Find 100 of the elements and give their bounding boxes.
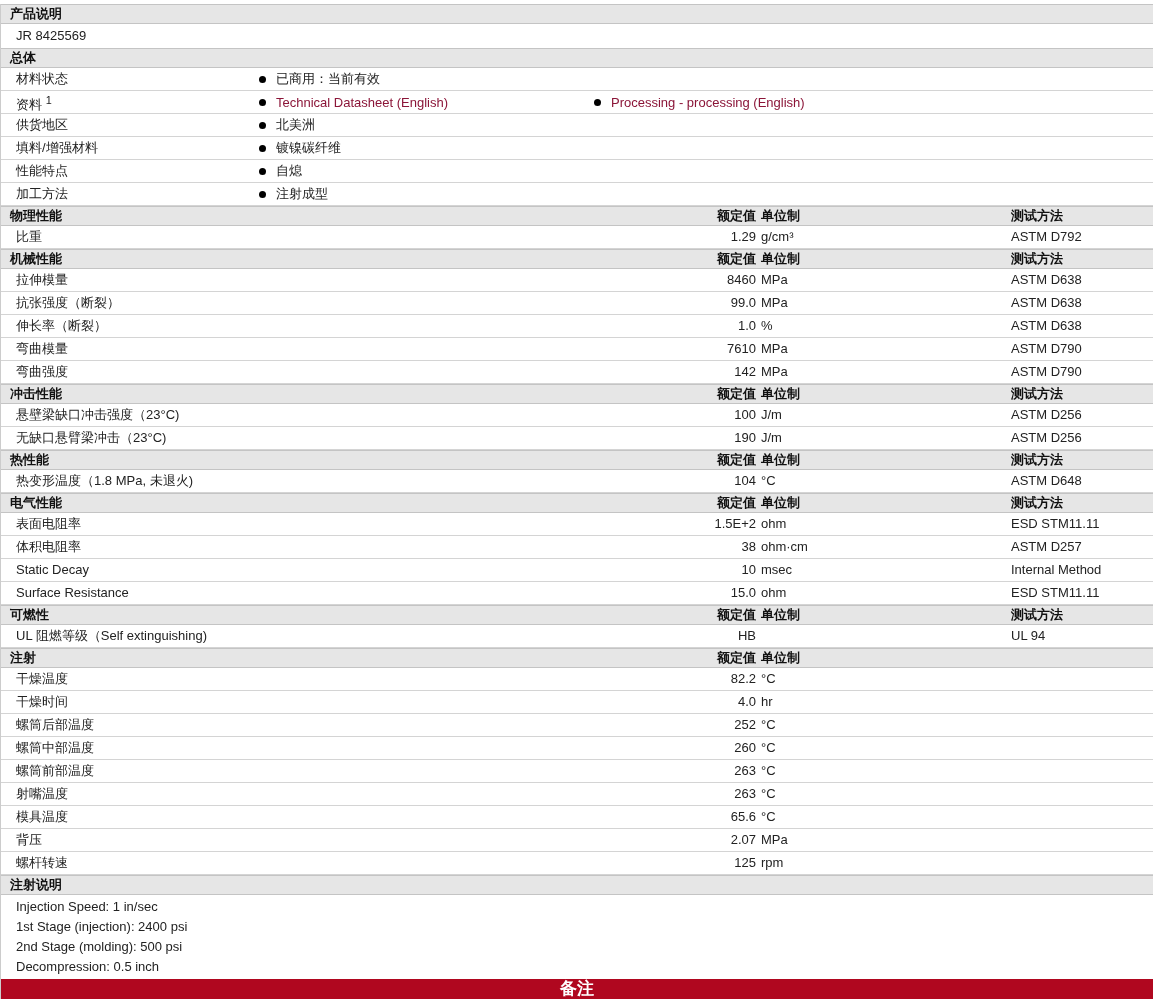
- document-link[interactable]: Processing - processing (English): [611, 93, 805, 112]
- column-header: 测试方法: [1010, 494, 1064, 512]
- column-header: 测试方法: [1010, 451, 1064, 469]
- property-value: 4.0: [737, 693, 756, 711]
- section-title: 总体: [10, 49, 36, 67]
- bullet-icon: [594, 99, 601, 107]
- test-method: Internal Method: [1011, 561, 1102, 579]
- property-unit: °C: [761, 785, 776, 803]
- property-unit: MPa: [761, 271, 788, 289]
- property-unit: g/cm³: [761, 228, 794, 246]
- section-title: 热性能: [10, 451, 50, 469]
- column-header: 额定值: [716, 451, 756, 469]
- property-value: 38: [741, 538, 756, 556]
- property-name: UL 阻燃等级（Self extinguishing): [16, 627, 207, 645]
- section-title: 机械性能: [10, 250, 63, 268]
- text-line: Decompression: 0.5 inch: [16, 958, 161, 976]
- property-name: 干燥时间: [16, 693, 68, 711]
- bullet-icon: [259, 99, 266, 107]
- property-name: 抗张强度（断裂）: [16, 294, 120, 312]
- property-unit: ohm: [761, 584, 787, 602]
- property-value: HB: [737, 627, 756, 645]
- column-header: 单位制: [760, 207, 801, 225]
- test-method: ASTM D257: [1011, 538, 1082, 556]
- property-unit: msec: [761, 561, 793, 579]
- bullet-icon: [259, 190, 266, 198]
- property-value: 190: [734, 429, 756, 447]
- test-method: ESD STM11.11: [1011, 515, 1100, 533]
- column-header: 额定值: [716, 250, 756, 268]
- property-name: 螺筒中部温度: [16, 739, 94, 757]
- property-unit: MPa: [761, 363, 788, 381]
- property-unit: J/m: [761, 429, 782, 447]
- property-value: 65.6: [730, 808, 756, 826]
- section-title: 注射说明: [10, 876, 62, 894]
- test-method: ASTM D790: [1011, 340, 1082, 358]
- property-unit: °C: [761, 670, 776, 688]
- property-label: 供货地区: [16, 116, 68, 134]
- column-header: 单位制: [760, 606, 801, 624]
- text-line: 2nd Stage (molding): 500 psi: [16, 938, 184, 956]
- document-link[interactable]: Technical Datasheet (English): [276, 93, 448, 112]
- property-unit: °C: [761, 808, 776, 826]
- test-method: UL 94: [1011, 627, 1046, 645]
- bullet-icon: [259, 144, 266, 152]
- property-value: 注射成型: [276, 185, 328, 203]
- column-header: 单位制: [760, 250, 801, 268]
- property-value: 263: [734, 762, 756, 780]
- test-method: ASTM D648: [1011, 472, 1082, 490]
- property-value: 100: [734, 406, 756, 424]
- property-value: 北美洲: [276, 116, 315, 134]
- text-line: 1st Stage (injection): 2400 psi: [16, 918, 189, 936]
- property-name: 弯曲模量: [16, 340, 68, 358]
- property-value: 10: [741, 561, 756, 579]
- section-title: 冲击性能: [10, 385, 63, 403]
- property-unit: J/m: [761, 406, 782, 424]
- property-name: 表面电阻率: [16, 515, 81, 533]
- test-method: ASTM D256: [1011, 406, 1082, 424]
- property-name: 背压: [16, 831, 42, 849]
- property-value: 252: [734, 716, 756, 734]
- property-name: 热变形温度（1.8 MPa, 未退火): [16, 472, 193, 490]
- property-unit: °C: [761, 739, 776, 757]
- property-unit: °C: [761, 472, 776, 490]
- property-value: 82.2: [730, 670, 756, 688]
- property-name: 悬壁梁缺口冲击强度（23°C): [16, 406, 180, 424]
- property-unit: MPa: [761, 340, 788, 358]
- test-method: ASTM D790: [1011, 363, 1082, 381]
- bullet-icon: [259, 167, 266, 175]
- test-method: ASTM D638: [1011, 317, 1082, 335]
- property-name: 射嘴温度: [16, 785, 68, 803]
- property-name: 螺筒后部温度: [16, 716, 94, 734]
- property-name: 模具温度: [16, 808, 68, 826]
- property-name: 拉伸模量: [16, 271, 68, 289]
- property-name: 弯曲强度: [16, 363, 68, 381]
- section-title: 可燃性: [10, 606, 50, 624]
- property-name: 伸长率（断裂）: [16, 317, 107, 335]
- property-value: 镀镍碳纤维: [276, 139, 341, 157]
- property-value: 2.07: [730, 831, 756, 849]
- property-value: 142: [734, 363, 756, 381]
- property-value: 1.5E+2: [714, 515, 756, 533]
- property-value: 自熄: [276, 162, 302, 180]
- test-method: ESD STM11.11: [1011, 584, 1100, 602]
- property-unit: ohm: [761, 515, 787, 533]
- column-header: 额定值: [716, 494, 756, 512]
- column-header: 额定值: [716, 606, 756, 624]
- test-method: ASTM D638: [1011, 294, 1082, 312]
- property-unit: ohm·cm: [761, 538, 808, 556]
- notes-banner: 备注: [1, 979, 1153, 999]
- property-value: 263: [734, 785, 756, 803]
- section-title: 电气性能: [10, 494, 63, 512]
- property-name: 螺杆转速: [16, 854, 68, 872]
- property-name: 比重: [16, 228, 42, 246]
- property-value: 260: [734, 739, 756, 757]
- column-header: 测试方法: [1010, 207, 1064, 225]
- property-name: 干燥温度: [16, 670, 68, 688]
- column-header: 单位制: [760, 385, 801, 403]
- test-method: ASTM D256: [1011, 429, 1082, 447]
- section-title: 注射: [10, 649, 37, 667]
- property-unit: rpm: [761, 854, 784, 872]
- column-header: 额定值: [716, 207, 756, 225]
- property-value: 7610: [727, 340, 756, 358]
- property-value: 104: [734, 472, 756, 490]
- text-line: JR 8425569: [16, 27, 88, 45]
